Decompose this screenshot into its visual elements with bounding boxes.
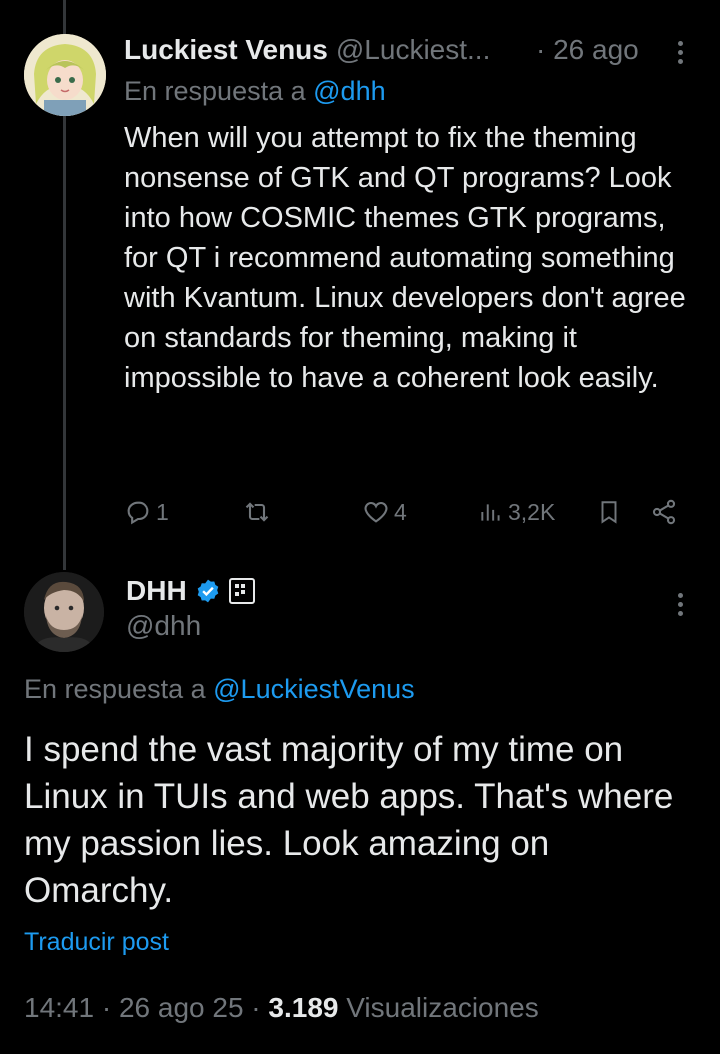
reply-avatar[interactable] bbox=[24, 34, 106, 116]
main-author-handle[interactable]: @dhh bbox=[126, 610, 201, 642]
reply-author-handle[interactable]: @Luckiest... bbox=[336, 34, 490, 66]
reply-text: When will you attempt to fix the theming… bbox=[124, 122, 686, 394]
affiliate-badge-icon[interactable] bbox=[228, 578, 255, 604]
like-button[interactable]: 4 bbox=[362, 492, 407, 532]
reply-button[interactable]: 1 bbox=[124, 492, 169, 532]
main-author-name-row: DHH bbox=[126, 572, 255, 610]
main-author-name[interactable]: DHH bbox=[126, 575, 187, 607]
reply-actions: 1 4 3,2K bbox=[124, 492, 694, 532]
bookmark-icon bbox=[601, 501, 617, 524]
like-icon bbox=[364, 501, 388, 523]
reply-in-reply-to: En respuesta a @dhh bbox=[124, 76, 386, 107]
share-icon bbox=[652, 499, 676, 525]
post-meta: 14:41 · 26 ago 25 · 3.189 Visualizacione… bbox=[24, 992, 539, 1024]
post-views-count: 3.189 bbox=[268, 992, 339, 1023]
more-icon[interactable] bbox=[668, 584, 692, 624]
reply-author-name[interactable]: Luckiest Venus bbox=[124, 34, 328, 66]
like-count: 4 bbox=[394, 498, 407, 525]
main-in-reply-to: En respuesta a @LuckiestVenus bbox=[24, 674, 415, 705]
main-post-text: I spend the vast majority of my time on … bbox=[24, 730, 674, 910]
repost-icon bbox=[245, 502, 269, 522]
translate-post-link[interactable]: Traducir post bbox=[24, 928, 169, 957]
reply-header: Luckiest Venus @Luckiest... bbox=[124, 30, 490, 70]
in-reply-handle-link[interactable]: @dhh bbox=[313, 76, 385, 106]
in-reply-handle-link[interactable]: @LuckiestVenus bbox=[213, 674, 415, 704]
in-reply-prefix: En respuesta a bbox=[124, 76, 306, 106]
views-icon bbox=[481, 504, 500, 521]
views-button[interactable]: 3,2K bbox=[478, 492, 555, 532]
verified-badge-icon[interactable] bbox=[195, 578, 221, 604]
reply-count: 1 bbox=[156, 498, 169, 525]
views-count: 3,2K bbox=[508, 498, 556, 525]
post-timestamp[interactable]: 14:41 · 26 ago 25 · bbox=[24, 992, 261, 1023]
dhh-avatar[interactable] bbox=[24, 572, 104, 652]
repost-button[interactable] bbox=[242, 492, 276, 532]
reply-time[interactable]: · 26 ago bbox=[536, 30, 639, 70]
post-views-label: Visualizaciones bbox=[346, 992, 539, 1023]
share-button[interactable] bbox=[650, 492, 678, 532]
bookmark-button[interactable] bbox=[596, 492, 622, 532]
more-icon[interactable] bbox=[668, 32, 692, 72]
in-reply-prefix: En respuesta a bbox=[24, 674, 206, 704]
reply-icon bbox=[127, 501, 149, 525]
